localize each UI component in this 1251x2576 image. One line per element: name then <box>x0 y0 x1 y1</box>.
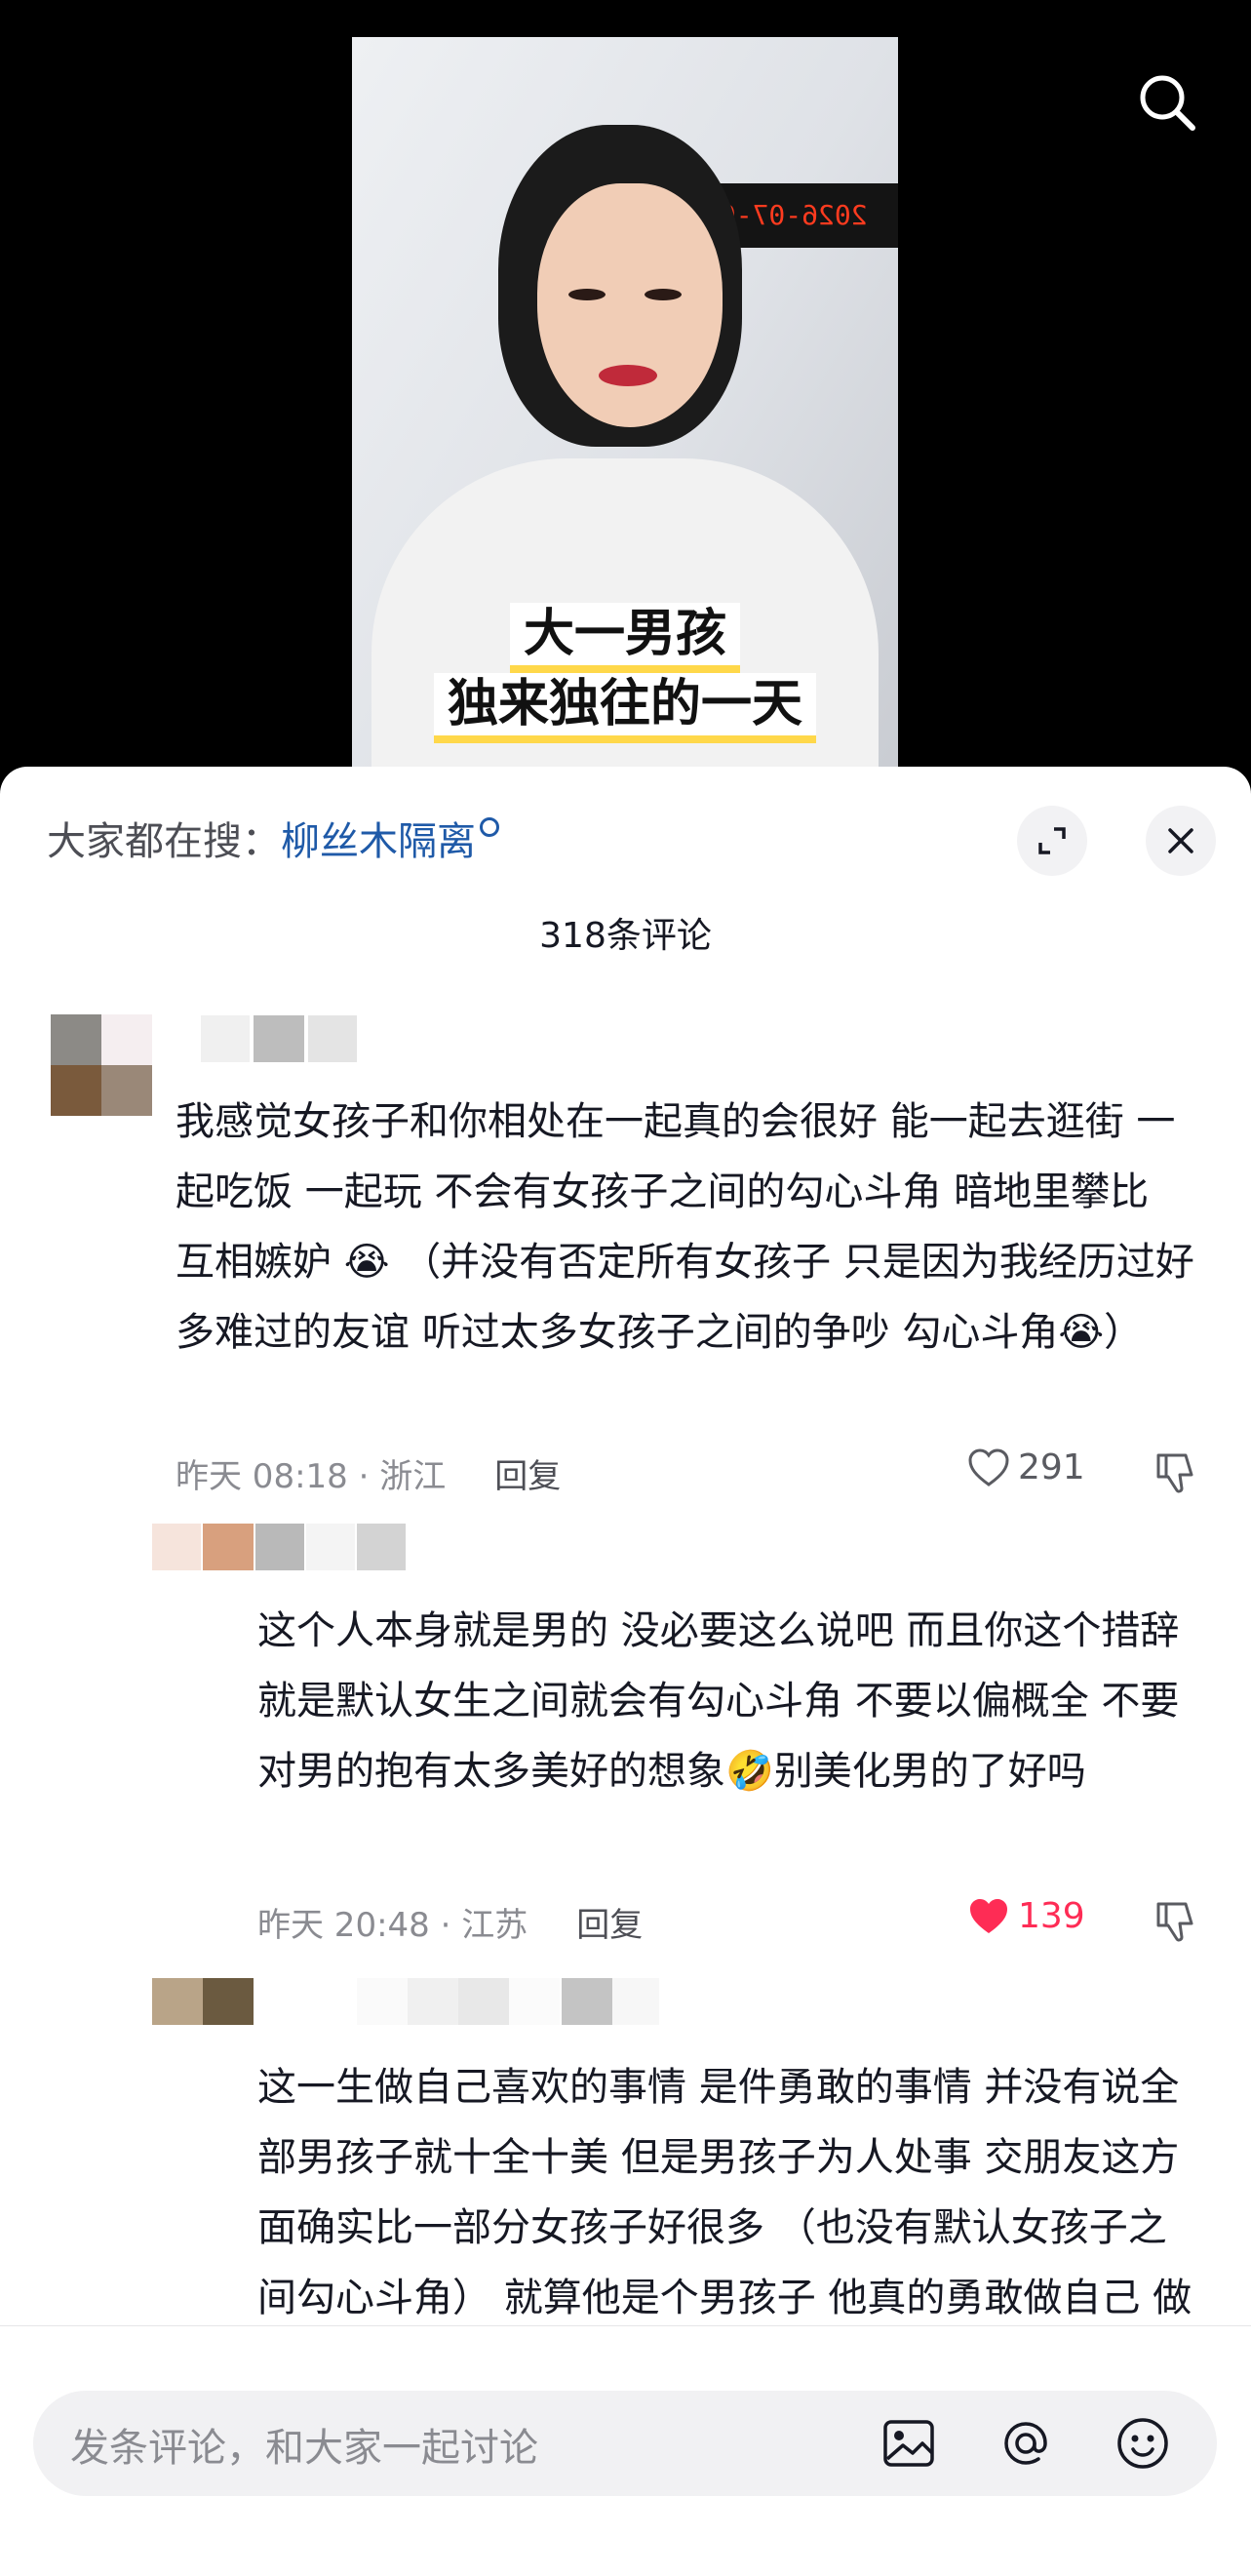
expand-button[interactable] <box>1017 806 1087 876</box>
comment-time: 昨天 08:18 · 浙江 <box>176 1457 447 1496</box>
hot-search-prefix: 大家都在搜： <box>47 819 281 864</box>
comment-count: 318条评论 <box>539 916 712 956</box>
video-caption-line-2: 独来独往的一天 <box>433 673 816 743</box>
image-icon[interactable] <box>880 2414 938 2473</box>
reply-button[interactable]: 回复 <box>494 1457 561 1496</box>
face-shape <box>537 183 723 427</box>
avatar[interactable] <box>51 1014 152 1116</box>
like-button[interactable]: 139 <box>967 1896 1085 1936</box>
like-button[interactable]: 291 <box>967 1447 1085 1487</box>
comment-time: 昨天 20:48 · 江苏 <box>257 1906 528 1945</box>
username-blurred[interactable] <box>201 1015 357 1062</box>
expand-icon <box>1038 827 1066 854</box>
eye-left <box>568 289 606 300</box>
eye-right <box>645 289 682 300</box>
thumbs-down-icon[interactable] <box>1153 1449 1199 1496</box>
username-blurred[interactable] <box>152 1978 659 2025</box>
emoji-icon[interactable] <box>1114 2414 1172 2473</box>
close-button[interactable] <box>1146 806 1216 876</box>
close-icon <box>1168 828 1193 853</box>
like-count: 139 <box>1018 1896 1085 1936</box>
video-thumbnail[interactable]: 2026-07-01 大一男孩 独来独往的一天 <box>352 37 898 780</box>
comment-input-bar: 发条评论，和大家一起讨论 <box>0 2325 1251 2576</box>
hot-search-term[interactable]: 柳丝木隔离 <box>281 819 476 864</box>
video-player[interactable]: 2026-07-01 大一男孩 独来独往的一天 <box>0 0 1251 780</box>
username-blurred[interactable] <box>152 1524 406 1570</box>
reply-button[interactable]: 回复 <box>576 1906 643 1945</box>
comment-text[interactable]: 这一生做自己喜欢的事情 是件勇敢的事情 并没有说全部男孩子就十全十美 但是男孩子… <box>257 2052 1199 2325</box>
search-icon <box>480 817 499 837</box>
comment-input-placeholder: 发条评论，和大家一起讨论 <box>70 2426 538 2471</box>
comment-meta: 昨天 08:18 · 浙江 回复 <box>176 1449 561 1497</box>
at-icon[interactable] <box>997 2414 1055 2473</box>
comment-text[interactable]: 我感觉女孩子和你相处在一起真的会很好 能一起去逛街 一起吃饭 一起玩 不会有女孩… <box>176 1087 1199 1367</box>
comment-text[interactable]: 这个人本身就是男的 没必要这么说吧 而且你这个措辞就是默认女生之间就会有勾心斗角… <box>257 1596 1199 1806</box>
thumbs-down-icon[interactable] <box>1153 1898 1199 1945</box>
comment-meta: 昨天 20:48 · 江苏 回复 <box>257 1898 643 1946</box>
search-icon[interactable] <box>1137 72 1197 133</box>
comment-input[interactable]: 发条评论，和大家一起讨论 <box>33 2391 1217 2496</box>
like-count: 291 <box>1018 1447 1085 1487</box>
video-caption-line-1-box: 大一男孩 <box>401 603 849 673</box>
heart-icon <box>970 1898 1007 1933</box>
video-caption-line-1: 大一男孩 <box>509 603 740 673</box>
heart-icon <box>968 1447 1009 1486</box>
hot-search-bar[interactable]: 大家都在搜：柳丝木隔离 <box>47 810 499 866</box>
video-caption-line-2-box: 独来独往的一天 <box>401 673 849 743</box>
lips-shape <box>599 365 657 386</box>
comment-sheet: 大家都在搜：柳丝木隔离 318条评论 我感觉女孩子和你相处在一起真的会很好 能一… <box>0 767 1251 2575</box>
